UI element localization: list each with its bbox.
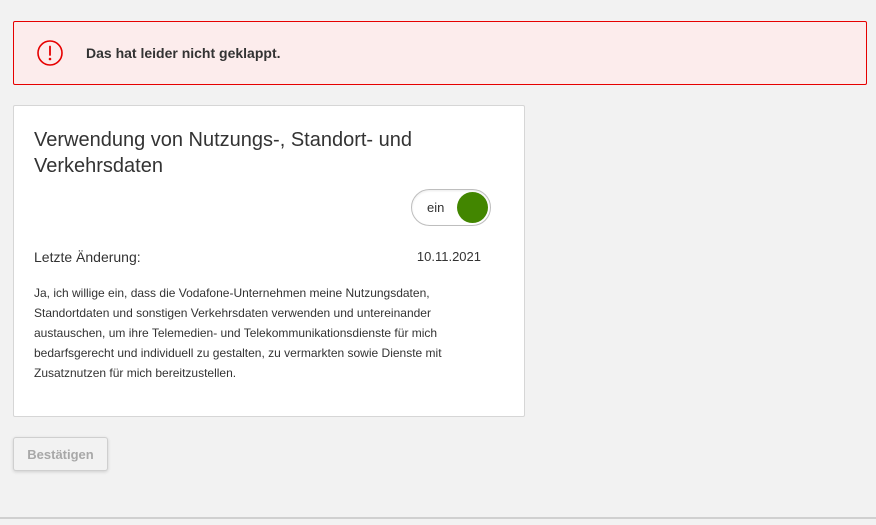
last-change-date: 10.11.2021 — [416, 249, 481, 264]
consent-card: Verwendung von Nutzungs-, Standort- und … — [13, 105, 525, 417]
card-title: Verwendung von Nutzungs-, Standort- und … — [34, 129, 413, 177]
error-alert: Das hat leider nicht geklappt. — [13, 21, 867, 85]
warning-circle-icon — [36, 39, 64, 67]
confirm-button[interactable]: Bestätigen — [13, 437, 108, 471]
page: Das hat leider nicht geklappt. Verwendun… — [0, 0, 876, 525]
last-change-label: Letzte Änderung: — [34, 249, 141, 265]
consent-text: Ja, ich willige ein, dass die Vodafone-U… — [34, 286, 442, 380]
consent-toggle[interactable]: ein — [411, 189, 491, 226]
divider — [0, 517, 876, 519]
toggle-label: ein — [427, 200, 445, 215]
alert-message: Das hat leider nicht geklappt. — [86, 45, 281, 61]
toggle-knob — [457, 192, 488, 223]
